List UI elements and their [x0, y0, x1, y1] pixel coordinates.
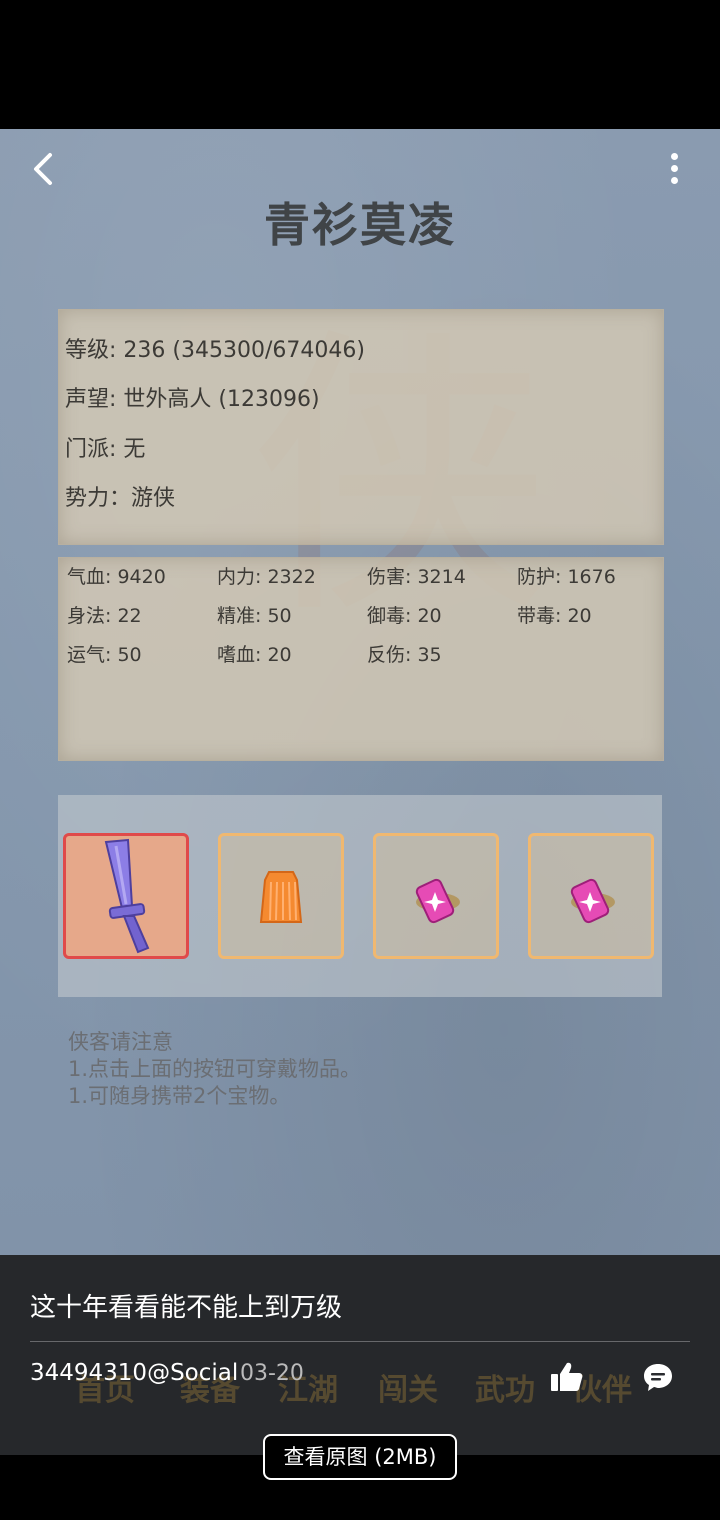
game-screen: 侠 青衫莫凌 等级: 236 (345300/674046) 声望: 世外高人 … [0, 129, 720, 1255]
comment-icon[interactable] [642, 1361, 674, 1393]
thumbs-up-icon[interactable] [548, 1359, 584, 1395]
more-options-button[interactable] [664, 149, 684, 189]
notice-line: 1.点击上面的按钮可穿戴物品。 [68, 1057, 362, 1081]
notice-line: 1.可随身携带2个宝物。 [68, 1084, 291, 1108]
view-original-button[interactable]: 查看原图 (2MB) [263, 1434, 457, 1480]
nav-challenge: 闯关 [378, 1373, 438, 1408]
sword-icon [104, 838, 150, 954]
stat-damage: 伤害: 3214 [367, 566, 466, 588]
treasure-scroll-icon [570, 878, 615, 924]
treasure-scroll-icon [415, 878, 460, 924]
post-author[interactable]: 34494310@Social [30, 1360, 238, 1386]
equipment-panel [58, 795, 662, 997]
sect-text: 门派: 无 [65, 437, 146, 462]
notice-title: 侠客请注意 [68, 1030, 173, 1054]
more-dot-icon [670, 165, 678, 172]
chevron-left-icon [34, 153, 52, 185]
back-button[interactable] [22, 147, 66, 191]
stat-defense: 防护: 1676 [517, 566, 616, 588]
character-name: 青衫莫凌 [264, 198, 456, 252]
level-text: 等级: 236 (345300/674046) [65, 338, 365, 363]
equip-slot-treasure-1[interactable] [373, 833, 499, 959]
more-dot-icon [670, 153, 678, 160]
stat-poison-resist: 御毒: 20 [367, 605, 442, 627]
reputation-text: 声望: 世外高人 (123096) [65, 387, 320, 412]
equip-slot-treasure-2[interactable] [528, 833, 654, 959]
faction-text: 势力：游侠 [65, 486, 176, 511]
equip-slot-armor[interactable] [218, 833, 344, 959]
robe-icon [259, 871, 303, 923]
post-info-overlay: 首页 装备 江湖 闯关 武功 伙伴 这十年看看能不能上到万级 34494310@… [0, 1255, 720, 1455]
stat-accuracy: 精准: 50 [217, 605, 292, 627]
more-dot-icon [670, 177, 678, 184]
status-bar-area [0, 0, 720, 129]
divider [30, 1341, 690, 1342]
post-caption: 这十年看看能不能上到万级 [30, 1293, 343, 1323]
post-date: 03-20 [240, 1361, 304, 1386]
stat-lifesteal: 嗜血: 20 [217, 644, 292, 666]
attributes-panel: 气血: 9420 内力: 2322 伤害: 3214 防护: 1676 身法: … [58, 557, 664, 761]
stat-hp: 气血: 9420 [67, 566, 166, 588]
equip-slot-weapon[interactable] [63, 833, 189, 959]
stat-internal: 内力: 2322 [217, 566, 316, 588]
character-info-panel: 等级: 236 (345300/674046) 声望: 世外高人 (123096… [58, 309, 664, 545]
stat-poison: 带毒: 20 [517, 605, 592, 627]
stat-luck: 运气: 50 [67, 644, 142, 666]
nav-martial-arts: 武功 [475, 1373, 535, 1408]
stat-reflect: 反伤: 35 [367, 644, 442, 666]
notice-text: 侠客请注意 1.点击上面的按钮可穿戴物品。 1.可随身携带2个宝物。 [68, 1029, 361, 1110]
stat-agility: 身法: 22 [67, 605, 142, 627]
